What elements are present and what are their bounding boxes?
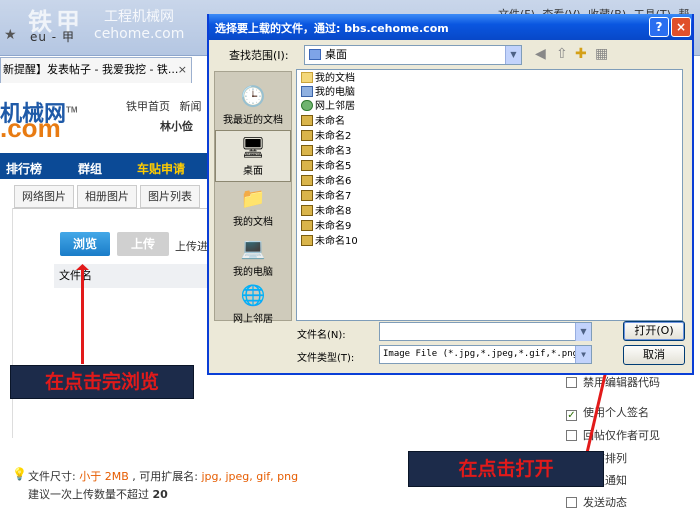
upload-hint-count: 建议一次上传数量不超过 20: [28, 488, 168, 501]
folder-icon: [301, 72, 313, 83]
nav-item-groups[interactable]: 群组: [78, 160, 102, 177]
open-button[interactable]: 打开(O): [623, 321, 685, 341]
annotation-click-browse: 在点击完浏览: [10, 365, 194, 399]
upload-hint-size: 文件尺寸: 小于 2MB , 可用扩展名: jpg, jpeg, gif, pn…: [28, 470, 299, 483]
top-nav[interactable]: 铁甲首页 新闻: [126, 98, 202, 114]
image-file-icon: [301, 130, 313, 141]
file-list[interactable]: 我的文档 我的电脑 网上邻居 未命名 未命名2 未命名3 未命名5 未命名6 未…: [296, 69, 683, 321]
cancel-button[interactable]: 取消: [623, 345, 685, 365]
image-file-icon: [301, 175, 313, 186]
list-item[interactable]: 我的文档: [301, 72, 355, 86]
place-my-computer[interactable]: 💻 我的电脑: [215, 232, 291, 284]
close-icon[interactable]: ×: [671, 17, 691, 37]
annotation-click-open: 在点击打开: [408, 451, 604, 487]
list-item[interactable]: 未命名10: [301, 235, 358, 249]
upload-button[interactable]: 上传: [117, 232, 169, 256]
list-item[interactable]: 未命名8: [301, 205, 351, 219]
upload-progress-label: 上传进: [175, 240, 208, 253]
list-item[interactable]: 我的电脑: [301, 86, 355, 100]
option-post-activity[interactable]: 发送动态: [566, 494, 627, 510]
tab-web-images[interactable]: 网络图片: [14, 185, 74, 208]
browse-button[interactable]: 浏览: [60, 232, 110, 256]
checkbox[interactable]: [566, 377, 577, 388]
option-use-signature[interactable]: ✓ 使用个人签名: [566, 404, 649, 421]
image-file-icon: [301, 115, 313, 126]
place-desktop[interactable]: 🖥 桌面: [215, 130, 291, 182]
favorite-star-icon[interactable]: ★: [4, 27, 17, 43]
list-item[interactable]: 未命名3: [301, 145, 351, 159]
file-open-dialog: 选择要上载的文件，通过: bbs.cehome.com ? × 查找范围(I):…: [207, 14, 694, 375]
help-icon[interactable]: ?: [649, 17, 669, 37]
address-bar[interactable]: eu - 甲: [30, 28, 75, 45]
watermark-domain: cehome.com: [94, 26, 185, 42]
checkbox-checked[interactable]: ✓: [566, 410, 577, 421]
image-file-icon: [301, 190, 313, 201]
places-bar: 🕒 我最近的文档 🖥 桌面 📁 我的文档 💻 我的电脑 🌐 网上邻居: [214, 71, 292, 325]
list-item[interactable]: 未命名6: [301, 175, 351, 189]
list-item[interactable]: 未命名5: [301, 160, 351, 174]
desktop-folder-icon: [309, 49, 321, 60]
dialog-titlebar[interactable]: 选择要上载的文件，通过: bbs.cehome.com ? ×: [209, 14, 692, 40]
image-file-icon: [301, 205, 313, 216]
option-author-only-reply[interactable]: 回帖仅作者可见: [566, 427, 660, 443]
look-in-label: 查找范围(I):: [229, 49, 289, 62]
filename-input[interactable]: ▼: [379, 322, 592, 341]
image-file-icon: [301, 235, 313, 246]
place-network[interactable]: 🌐 网上邻居: [215, 279, 291, 331]
dialog-title: 选择要上载的文件，通过: bbs.cehome.com: [215, 22, 449, 35]
lightbulb-icon: 💡: [12, 467, 27, 481]
nav-item-car-apply[interactable]: 车贴申请: [137, 160, 185, 177]
look-in-select[interactable]: 桌面 ▼: [304, 45, 522, 65]
image-file-icon: [301, 160, 313, 171]
filename-column-header: 文件名: [54, 264, 212, 288]
tab-image-list[interactable]: 图片列表: [140, 185, 200, 208]
folder-icon: 📁: [240, 186, 266, 210]
user-name[interactable]: 林小俭: [160, 118, 193, 134]
computer-icon: 💻: [240, 236, 266, 260]
computer-icon: [301, 86, 313, 97]
view-menu-icon[interactable]: ▦: [595, 46, 608, 62]
image-file-icon: [301, 145, 313, 156]
list-item[interactable]: 未命名2: [301, 130, 351, 144]
list-item[interactable]: 网上邻居: [301, 100, 355, 114]
place-my-documents[interactable]: 📁 我的文档: [215, 182, 291, 234]
tab-album-images[interactable]: 相册图片: [77, 185, 137, 208]
tab-close-icon[interactable]: ×: [178, 58, 187, 82]
filetype-select[interactable]: Image File (*.jpg,*.jpeg,*.gif,*.png) ▼: [379, 345, 592, 364]
up-folder-icon[interactable]: ⇧: [556, 46, 568, 62]
desktop-icon: 🖥: [240, 135, 266, 159]
watermark-text: 工程机械网: [104, 9, 174, 25]
image-file-icon: [301, 220, 313, 231]
site-logo-domain: .com: [0, 113, 61, 143]
chevron-down-icon[interactable]: ▼: [505, 46, 521, 64]
annotation-arrow-left: [81, 268, 84, 364]
network-icon: [301, 100, 313, 111]
new-folder-icon[interactable]: ✚: [575, 46, 587, 62]
list-item[interactable]: 未命名9: [301, 220, 351, 234]
network-icon: 🌐: [240, 283, 266, 307]
nav-item-ranking[interactable]: 排行榜: [6, 160, 42, 177]
filename-label: 文件名(N):: [297, 330, 346, 341]
tab-title: 新提醒】发表帖子 - 我爱我挖 - 铁...: [3, 63, 179, 76]
back-icon[interactable]: ◀: [535, 46, 546, 62]
browser-tab[interactable]: 新提醒】发表帖子 - 我爱我挖 - 铁... ×: [0, 57, 192, 83]
option-disable-editor-code[interactable]: 禁用编辑器代码: [566, 374, 660, 390]
checkbox[interactable]: [566, 430, 577, 441]
clock-icon: 🕒: [240, 84, 266, 108]
filetype-label: 文件类型(T):: [297, 353, 355, 364]
chevron-down-icon[interactable]: ▼: [575, 346, 591, 363]
chevron-down-icon[interactable]: ▼: [575, 323, 591, 341]
list-item[interactable]: 未命名7: [301, 190, 351, 204]
list-item[interactable]: 未命名: [301, 115, 345, 129]
place-recent[interactable]: 🕒 我最近的文档: [215, 80, 291, 132]
checkbox[interactable]: [566, 497, 577, 508]
